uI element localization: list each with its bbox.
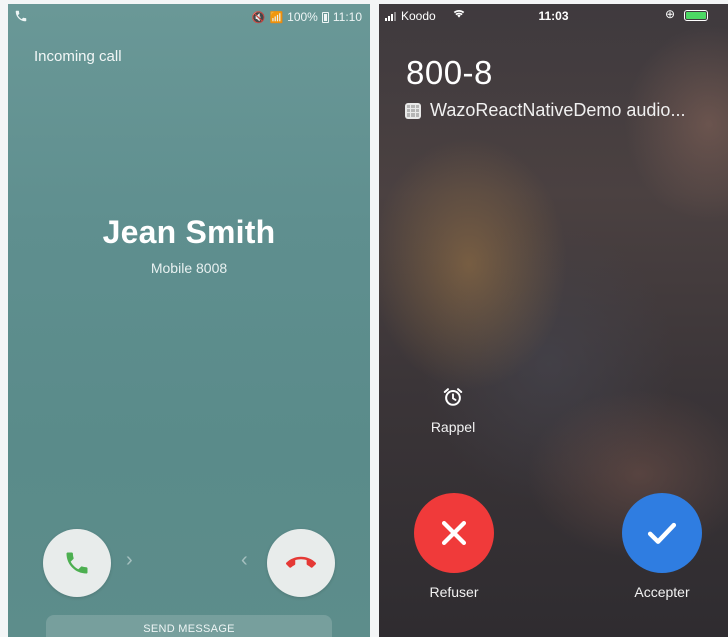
send-message-bar[interactable]: SEND MESSAGE: [46, 615, 332, 637]
wifi-signal-icon: 📶: [269, 11, 284, 24]
app-icon: [405, 102, 421, 119]
android-status-right: 🔇 📶 100% 11:10: [252, 10, 362, 24]
decline-call-button[interactable]: [267, 529, 335, 597]
phone-answer-icon: [66, 552, 88, 574]
battery-icon: [321, 11, 329, 23]
accept-label: Accepter: [634, 584, 690, 600]
status-time: 11:10: [332, 10, 362, 24]
answer-call-button[interactable]: [43, 529, 111, 597]
remind-label: Rappel: [430, 419, 476, 435]
incoming-call-label: Incoming call: [34, 48, 122, 65]
orientation-lock-icon: ⊕: [665, 7, 676, 21]
swipe-left-chevron-icon: ‹: [241, 549, 248, 571]
phone-hangup-icon: [286, 556, 316, 568]
ios-status-bar: Koodo 11:03 ⊕: [379, 4, 728, 26]
decline-call-button[interactable]: [414, 493, 494, 573]
caller-name: Jean Smith: [102, 214, 276, 250]
app-source-row: WazoReactNativeDemo audio...: [405, 100, 685, 121]
caller-number: 800-8: [406, 54, 493, 91]
accept-call-button[interactable]: [622, 493, 702, 573]
ios-incoming-call-screen: Koodo 11:03 ⊕ 800-8 WazoReactNativeDemo …: [379, 4, 728, 637]
alarm-clock-icon: [443, 388, 463, 406]
status-time: 11:03: [538, 9, 569, 23]
caller-detail: Mobile 8008: [150, 260, 228, 276]
android-incoming-call-screen: 🔇 📶 100% 11:10 Incoming call Jean Smith …: [8, 4, 370, 637]
battery-percent: 100%: [287, 10, 318, 24]
phone-status-icon: [15, 10, 27, 22]
app-label: WazoReactNativeDemo audio...: [430, 100, 686, 120]
decline-label: Refuser: [429, 584, 479, 600]
android-status-bar: 🔇 📶 100% 11:10: [8, 4, 370, 30]
swipe-right-chevron-icon: ›: [126, 549, 133, 571]
battery-icon: [684, 10, 708, 21]
close-icon: [441, 520, 467, 546]
remind-me-button[interactable]: Rappel: [427, 386, 479, 435]
mute-icon: 🔇: [251, 11, 266, 24]
checkmark-icon: [647, 522, 677, 544]
